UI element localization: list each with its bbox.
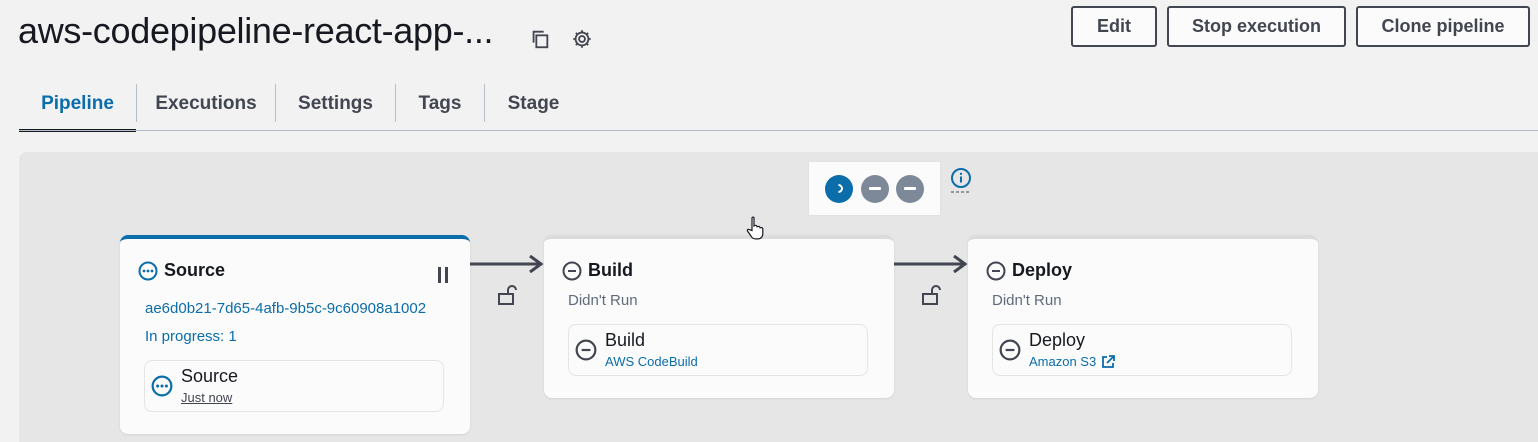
tab-pipeline[interactable]: Pipeline xyxy=(19,76,136,132)
stage-name: Deploy xyxy=(1012,260,1073,280)
in-progress-icon xyxy=(138,261,158,280)
in-progress-dot[interactable] xyxy=(824,174,853,203)
progress-status: In progress: 1 xyxy=(145,328,237,345)
stage-status: Didn't Run xyxy=(568,292,638,309)
unlock-icon[interactable] xyxy=(920,284,942,306)
not-run-icon xyxy=(999,339,1021,361)
stop-execution-button[interactable]: Stop execution xyxy=(1167,6,1346,47)
source-revision-link[interactable]: ae6d0b21-7d65-4afb-9b5c-9c60908a1002 xyxy=(145,300,426,317)
stage-name: Source xyxy=(164,260,226,280)
not-run-dot[interactable] xyxy=(860,174,889,203)
not-run-icon xyxy=(986,261,1006,280)
stage-status: Didn't Run xyxy=(992,292,1062,309)
action-timestamp-link[interactable]: Just now xyxy=(181,390,232,405)
stage-header: Build xyxy=(562,260,633,281)
gear-icon[interactable] xyxy=(569,26,595,52)
tabs-divider xyxy=(19,130,1538,131)
action-card-deploy[interactable]: Deploy Amazon S3 xyxy=(992,324,1292,376)
clone-pipeline-button[interactable]: Clone pipeline xyxy=(1356,6,1530,47)
stage-status-summary xyxy=(808,161,941,216)
stage-source: Source ae6d0b21-7d65-4afb-9b5c-9c60908a1… xyxy=(120,235,470,434)
external-link-icon xyxy=(1102,354,1116,368)
action-card-build[interactable]: Build AWS CodeBuild xyxy=(568,324,868,376)
provider-link[interactable]: Amazon S3 xyxy=(1029,354,1116,369)
transition-arrow xyxy=(894,254,968,274)
tab-tags[interactable]: Tags xyxy=(396,76,484,131)
stage-name: Build xyxy=(588,260,633,280)
in-progress-icon xyxy=(151,375,173,397)
transition-arrow xyxy=(470,254,544,274)
not-run-dot[interactable] xyxy=(896,174,925,203)
hand-cursor-icon xyxy=(746,216,764,240)
action-name: Source xyxy=(181,366,239,386)
action-name: Build xyxy=(605,330,646,350)
unlock-icon[interactable] xyxy=(496,284,518,306)
page-title: aws-codepipeline-react-app-... xyxy=(18,10,494,51)
provider-label: Amazon S3 xyxy=(1029,354,1097,369)
tab-settings[interactable]: Settings xyxy=(276,76,395,131)
provider-link[interactable]: AWS CodeBuild xyxy=(605,354,698,369)
action-name: Deploy xyxy=(1029,330,1086,350)
stage-header: Source xyxy=(138,260,225,281)
action-card-source[interactable]: Source Just now xyxy=(144,360,444,412)
copy-icon[interactable] xyxy=(527,26,553,52)
tab-executions[interactable]: Executions xyxy=(137,76,275,131)
not-run-icon xyxy=(575,339,597,361)
info-icon[interactable] xyxy=(949,167,973,195)
pause-icon[interactable] xyxy=(438,267,450,283)
edit-button[interactable]: Edit xyxy=(1071,6,1157,47)
tab-bar: Pipeline Executions Settings Tags Stage xyxy=(19,76,582,132)
tab-stage[interactable]: Stage xyxy=(485,76,582,131)
stage-header: Deploy xyxy=(986,260,1072,281)
not-run-icon xyxy=(562,261,582,280)
stage-deploy: Deploy Didn't Run Deploy Amazon S3 xyxy=(968,235,1318,398)
stage-build: Build Didn't Run Build AWS CodeBuild xyxy=(544,235,894,398)
